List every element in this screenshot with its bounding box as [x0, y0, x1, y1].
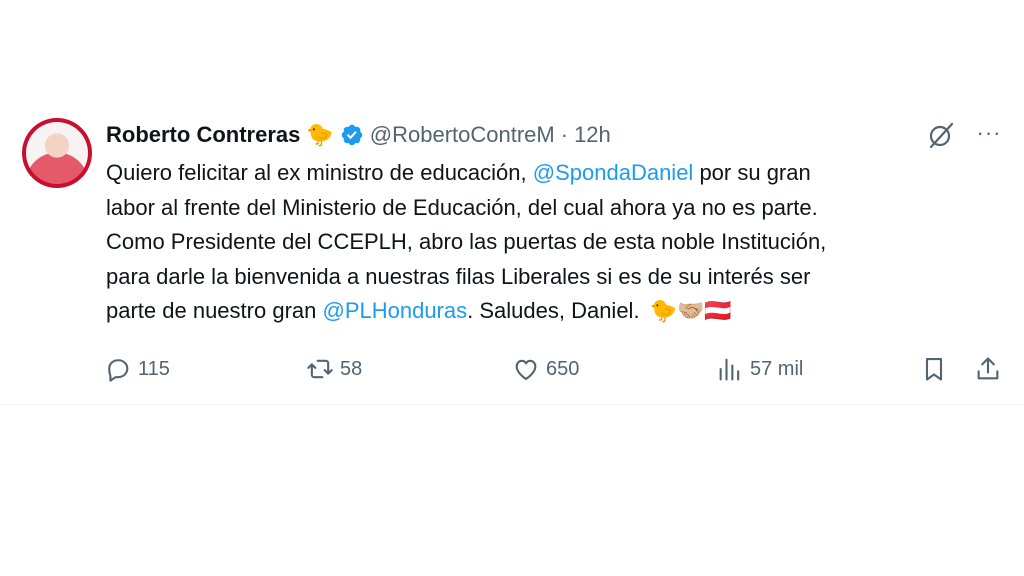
tweet-header: Roberto Contreras 🐤 @RobertoContreM · 12… [106, 120, 611, 150]
repost-button[interactable]: 58 [306, 352, 362, 386]
grok-icon[interactable] [926, 120, 956, 150]
tweet-line: Quiero felicitar al ex ministro de educa… [106, 160, 811, 185]
heart-icon [515, 359, 537, 380]
action-bar: 115 58 650 57 mil [0, 352, 1024, 386]
tweet-line: labor al frente del Ministerio de Educac… [106, 194, 818, 220]
avatar-image [26, 122, 88, 184]
author-handle[interactable]: @RobertoContreM [370, 122, 555, 148]
tweet-line: parte de nuestro gran @PLHonduras. Salud… [106, 298, 732, 323]
mention-link[interactable]: @SpondaDaniel [533, 160, 694, 185]
view-count: 57 mil [750, 357, 804, 380]
more-options-icon[interactable]: ··· [974, 120, 1004, 150]
mention-link[interactable]: @PLHonduras [322, 298, 467, 323]
like-count: 650 [546, 357, 580, 380]
reply-count: 115 [138, 357, 170, 380]
verified-badge-icon[interactable] [340, 123, 364, 147]
author-name[interactable]: Roberto Contreras [106, 122, 300, 148]
views-button[interactable]: 57 mil [716, 352, 803, 386]
avatar[interactable] [22, 118, 92, 188]
tweet-line: Como Presidente del CCEPLH, abro las pue… [106, 229, 827, 254]
share-button[interactable] [974, 352, 1002, 386]
tweet[interactable]: Roberto Contreras 🐤 @RobertoContreM · 12… [0, 104, 1024, 405]
analytics-icon [719, 358, 740, 381]
reply-button[interactable]: 115 [104, 352, 170, 386]
bookmark-icon [925, 358, 943, 381]
separator-dot: · [560, 122, 569, 147]
share-icon [977, 357, 999, 380]
like-button[interactable]: 650 [512, 352, 579, 386]
repost-icon [307, 359, 333, 379]
reply-icon [108, 359, 129, 382]
emoji-group: 🐤🤝🏼🇦🇹 [649, 298, 732, 323]
timestamp[interactable]: 12h [574, 122, 611, 148]
bookmark-button[interactable] [920, 352, 948, 386]
tweet-line: para darle la bienvenida a nuestras fila… [106, 263, 811, 289]
repost-count: 58 [340, 357, 363, 380]
tweet-text: Quiero felicitar al ex ministro de educa… [106, 156, 986, 329]
name-emoji: 🐤 [306, 122, 334, 147]
